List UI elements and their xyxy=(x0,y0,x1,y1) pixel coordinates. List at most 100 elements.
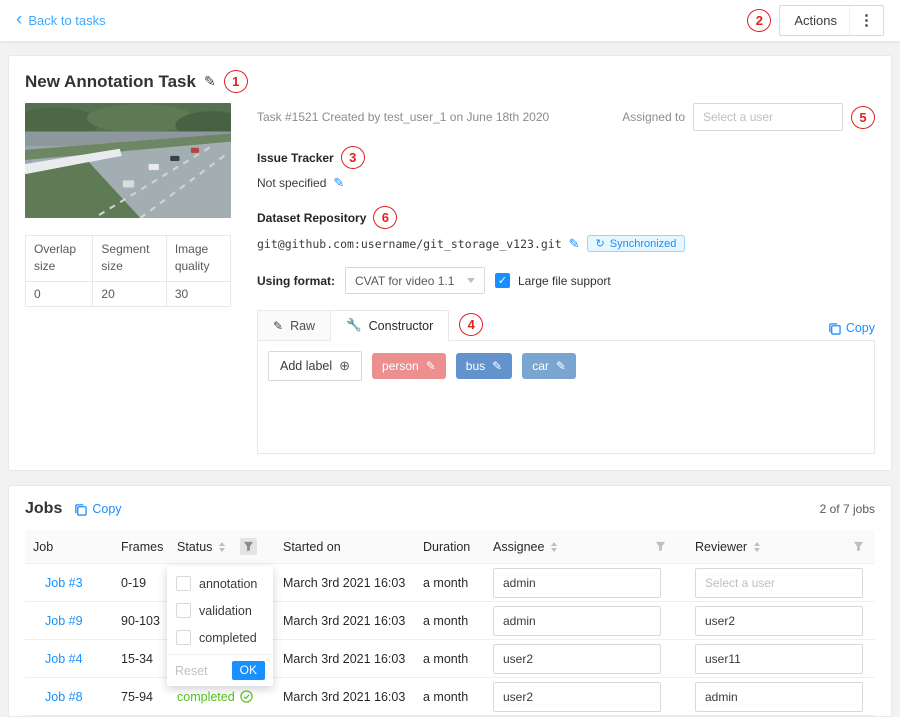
frames-value: 75-94 xyxy=(113,690,169,704)
task-details-card: New Annotation Task ✎ 1 xyxy=(8,55,892,471)
large-file-support-label: Large file support xyxy=(518,274,611,288)
annotation-circle-4: 4 xyxy=(459,313,483,336)
frames-value: 15-34 xyxy=(113,652,169,666)
synchronized-label: Synchronized xyxy=(610,238,677,250)
filter-option-completed[interactable]: completed xyxy=(167,624,273,651)
job-link[interactable]: Job #3 xyxy=(33,576,83,590)
assignee-input[interactable] xyxy=(493,606,661,636)
repository-url: git@github.com:username/git_storage_v123… xyxy=(257,237,562,251)
annotation-circle-1: 1 xyxy=(224,70,248,93)
jobs-card: Jobs Copy 2 of 7 jobs Job Frames Status … xyxy=(8,485,892,717)
label-tag-car[interactable]: car ✎ xyxy=(522,353,576,379)
duration-value: a month xyxy=(415,576,485,590)
assignee-input[interactable] xyxy=(493,644,661,674)
using-format-row: Using format: CVAT for video 1.1 ✓ Large… xyxy=(257,267,875,294)
job-link[interactable]: Job #9 xyxy=(33,614,83,628)
assignee-input[interactable] xyxy=(493,682,661,712)
label-person-name: person xyxy=(382,359,419,373)
filter-reviewer-icon[interactable] xyxy=(850,538,867,555)
task-title-row: New Annotation Task ✎ 1 xyxy=(25,70,875,93)
assignee-input[interactable] xyxy=(493,568,661,598)
task-assignee-input[interactable] xyxy=(693,103,843,131)
back-label: Back to tasks xyxy=(28,13,105,28)
col-reviewer[interactable]: Reviewer xyxy=(687,538,875,555)
duration-value: a month xyxy=(415,652,485,666)
add-label-button[interactable]: Add label ⊕ xyxy=(268,351,362,381)
filter-assignee-icon[interactable] xyxy=(652,538,669,555)
jobs-table: Job Frames Status Started on Duration As… xyxy=(25,530,875,716)
col-frames[interactable]: Frames xyxy=(113,540,169,554)
reviewer-input[interactable] xyxy=(695,568,863,598)
label-tag-person[interactable]: person ✎ xyxy=(372,353,446,379)
edit-label-car-icon[interactable]: ✎ xyxy=(556,359,566,373)
label-tag-bus[interactable]: bus ✎ xyxy=(456,353,512,379)
reviewer-input[interactable] xyxy=(695,606,863,636)
assigned-to-label: Assigned to xyxy=(622,110,685,124)
edit-title-icon[interactable]: ✎ xyxy=(204,73,216,90)
param-header-overlap: Overlap size xyxy=(26,236,93,282)
chevron-down-icon xyxy=(467,278,475,283)
format-select-value: CVAT for video 1.1 xyxy=(355,274,454,288)
actions-label: Actions xyxy=(780,13,849,28)
reviewer-input[interactable] xyxy=(695,644,863,674)
more-options-icon[interactable]: ⋮ xyxy=(849,6,883,35)
filter-option-validation[interactable]: validation xyxy=(167,597,273,624)
completed-checkbox[interactable] xyxy=(176,630,191,645)
check-circle-icon xyxy=(240,690,253,703)
col-assignee[interactable]: Assignee xyxy=(485,538,687,555)
back-to-tasks-link[interactable]: ‹ Back to tasks xyxy=(16,12,106,29)
back-chevron-icon: ‹ xyxy=(16,10,22,29)
filter-footer: Reset OK xyxy=(167,654,273,686)
col-started-on[interactable]: Started on xyxy=(275,540,415,554)
large-file-support-checkbox[interactable]: ✓ xyxy=(495,273,510,288)
filter-option-label: validation xyxy=(199,604,252,618)
started-value: March 3rd 2021 16:03 xyxy=(275,652,415,666)
param-value-quality: 30 xyxy=(166,281,230,306)
sync-icon: ↻ xyxy=(596,237,605,250)
job-link[interactable]: Job #8 xyxy=(33,690,83,704)
status-completed-text: completed xyxy=(177,690,235,704)
col-status[interactable]: Status xyxy=(169,538,275,555)
filter-status-icon[interactable] xyxy=(240,538,257,555)
add-label-text: Add label xyxy=(280,359,332,373)
copy-jobs-link[interactable]: Copy xyxy=(74,502,121,516)
tab-raw[interactable]: ✎ Raw xyxy=(257,310,330,341)
annotation-checkbox[interactable] xyxy=(176,576,191,591)
job-link[interactable]: Job #4 xyxy=(33,652,83,666)
edit-issue-tracker-icon[interactable]: ✎ xyxy=(333,175,344,191)
dataset-repository-block: Dataset Repository 6 git@github.com:user… xyxy=(257,206,875,252)
status-filter-dropdown: annotation validation completed Reset OK xyxy=(167,566,273,686)
sort-reviewer-icon[interactable] xyxy=(754,542,760,552)
reviewer-input[interactable] xyxy=(695,682,863,712)
jobs-title: Jobs xyxy=(25,500,62,518)
sort-assignee-icon[interactable] xyxy=(551,542,557,552)
param-value-overlap: 0 xyxy=(26,281,93,306)
edit-label-person-icon[interactable]: ✎ xyxy=(426,359,436,373)
col-duration[interactable]: Duration xyxy=(415,540,485,554)
filter-reset-button[interactable]: Reset xyxy=(175,664,208,678)
status-badge: completed xyxy=(177,690,267,704)
filter-option-annotation[interactable]: annotation xyxy=(167,570,273,597)
copy-labels-link[interactable]: Copy xyxy=(828,321,875,335)
sort-status-icon[interactable] xyxy=(219,542,225,552)
copy-jobs-label: Copy xyxy=(92,502,121,516)
col-job[interactable]: Job xyxy=(25,540,113,554)
issue-tracker-block: Issue Tracker 3 Not specified ✎ xyxy=(257,146,875,191)
synchronized-badge: ↻ Synchronized xyxy=(587,235,686,252)
edit-repository-icon[interactable]: ✎ xyxy=(569,236,580,252)
edit-label-bus-icon[interactable]: ✎ xyxy=(492,359,502,373)
format-select[interactable]: CVAT for video 1.1 xyxy=(345,267,485,294)
raw-tab-icon: ✎ xyxy=(273,319,283,333)
label-car-name: car xyxy=(532,359,549,373)
actions-button[interactable]: Actions ⋮ xyxy=(779,5,884,36)
task-body: Overlap size Segment size Image quality … xyxy=(25,103,875,454)
label-bus-name: bus xyxy=(466,359,485,373)
task-title: New Annotation Task xyxy=(25,72,196,92)
filter-ok-button[interactable]: OK xyxy=(232,661,265,680)
frames-value: 0-19 xyxy=(113,576,169,590)
label-constructor-panel: Add label ⊕ person ✎ bus ✎ car ✎ xyxy=(257,340,875,454)
started-value: March 3rd 2021 16:03 xyxy=(275,690,415,704)
tab-constructor[interactable]: 🔧 Constructor xyxy=(330,310,449,341)
validation-checkbox[interactable] xyxy=(176,603,191,618)
copy-labels-label: Copy xyxy=(846,321,875,335)
